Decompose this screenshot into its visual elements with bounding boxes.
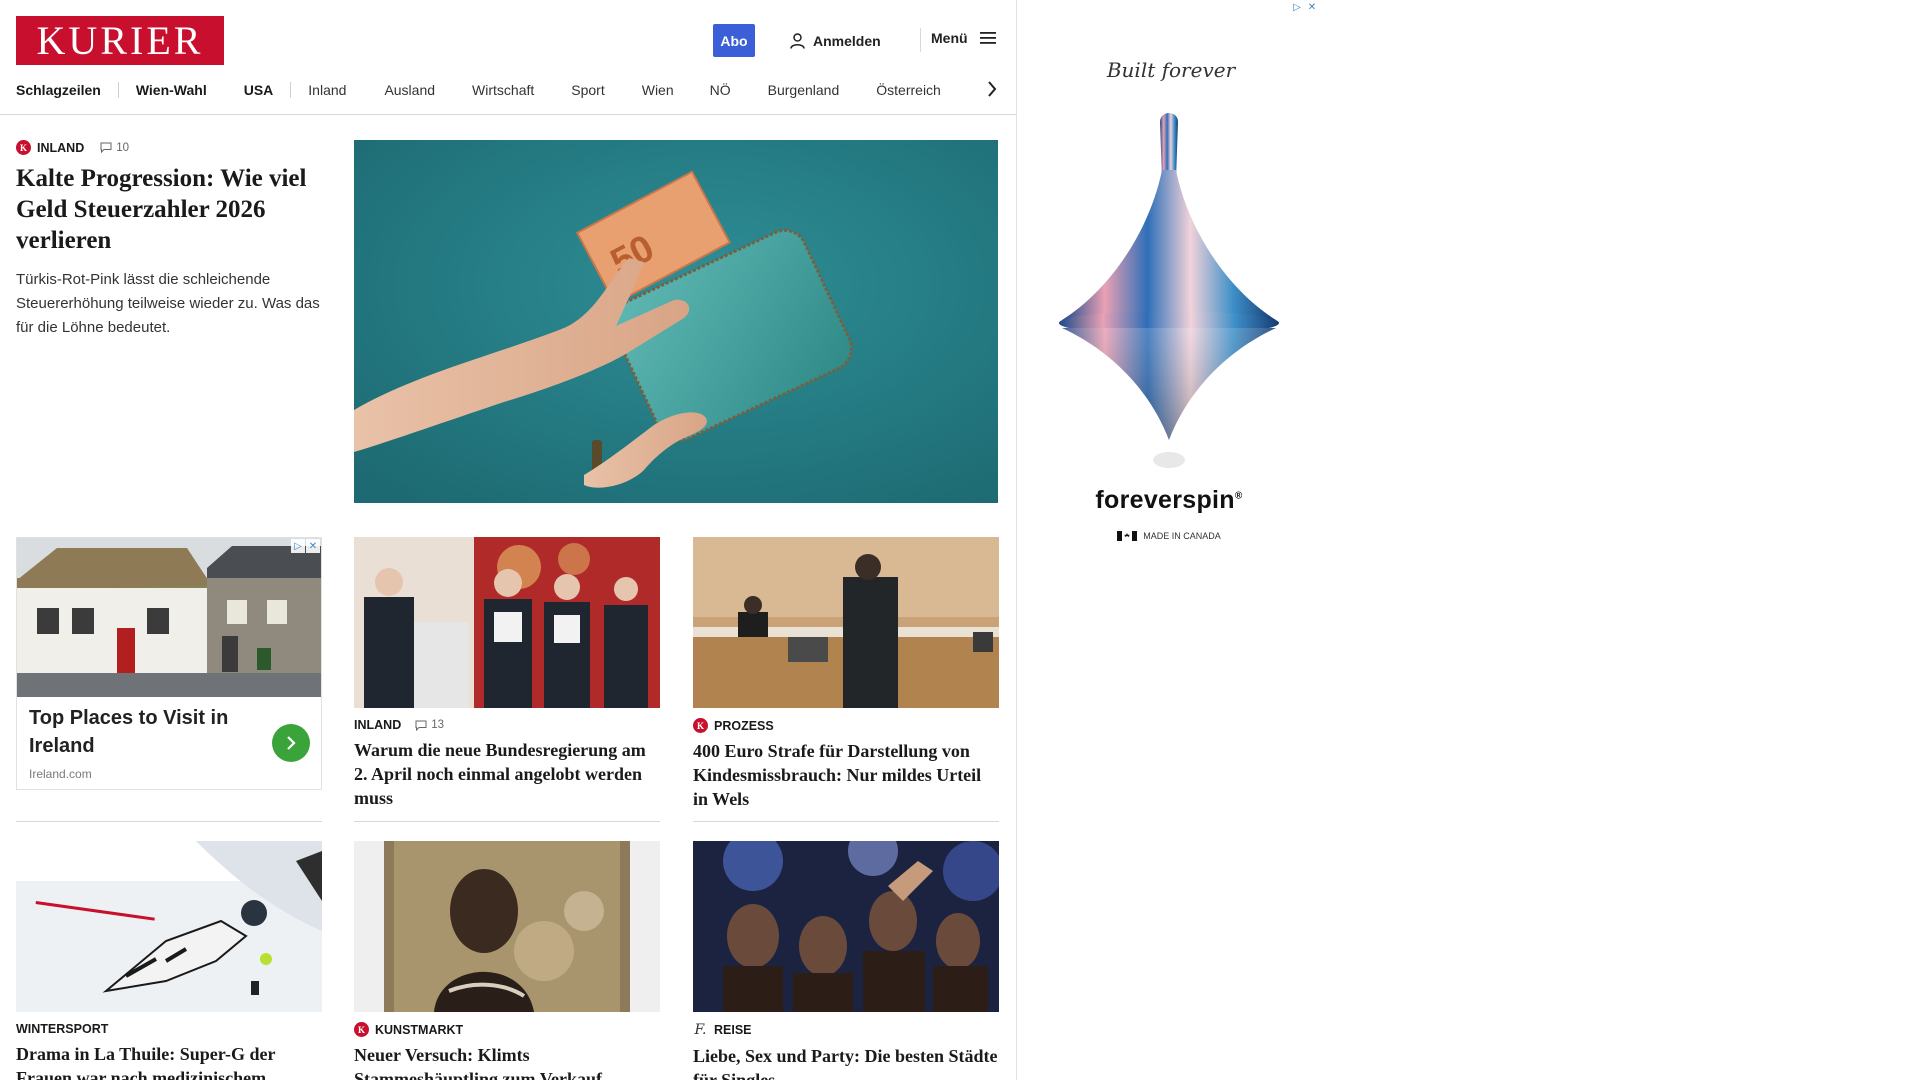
lead-teaser: Türkis-Rot-Pink lässt die schleichende S… — [16, 271, 320, 336]
cottage-photo — [17, 538, 321, 697]
party-photo — [693, 841, 999, 1012]
card-kicker: f. REISE — [693, 1022, 999, 1038]
card-kicker: WINTERSPORT — [16, 1022, 322, 1036]
article-image — [693, 841, 999, 1012]
nav-item-usa[interactable]: USA — [244, 82, 274, 98]
native-ad-ireland[interactable]: ▷ ✕ Top Places to Visit in Ireland Irela… — [16, 537, 322, 790]
native-ad-go-button[interactable] — [272, 724, 310, 762]
card-kicker: INLAND 13 — [354, 718, 660, 732]
article-image — [354, 841, 660, 1012]
spinning-top-image — [1059, 113, 1279, 468]
native-ad-title[interactable]: Top Places to Visit in Ireland — [29, 704, 239, 760]
article-image — [16, 841, 322, 1012]
ad-made-in-label: MADE IN CANADA — [1143, 531, 1221, 541]
nav-item-sport[interactable]: Sport — [571, 82, 604, 98]
section-nav: Schlagzeilen Wien-Wahl USA Inland Auslan… — [16, 80, 941, 100]
nav-item-noe[interactable]: NÖ — [710, 82, 731, 98]
user-icon — [790, 33, 805, 49]
foreverspin-ad[interactable]: ▷ ✕ Built forever foreverspin® MADE IN C… — [1018, 0, 1320, 610]
adchoices-icon: ▷ — [1290, 0, 1304, 14]
nav-item-oesterreich[interactable]: Österreich — [876, 82, 941, 98]
wallet-photo: 50 — [354, 140, 998, 503]
lead-article[interactable]: K INLAND 10 Kalte Progression: Wie viel … — [16, 140, 326, 340]
nav-item-inland[interactable]: Inland — [308, 82, 346, 98]
kurier-plus-icon: K — [16, 140, 31, 155]
freizeit-icon: f. — [694, 1022, 707, 1038]
nav-item-wirtschaft[interactable]: Wirtschaft — [472, 82, 534, 98]
row-divider — [354, 821, 660, 822]
lead-comments-value: 10 — [116, 141, 130, 154]
nav-separator — [117, 82, 119, 98]
row-divider — [16, 821, 322, 822]
lead-headline[interactable]: Kalte Progression: Wie viel Geld Steuerz… — [16, 163, 326, 256]
skier-photo — [16, 841, 322, 1012]
article-card-prozess[interactable]: K PROZESS 400 Euro Strafe für Darstellun… — [693, 537, 999, 811]
ad-brand: foreverspin® — [1018, 486, 1320, 515]
article-card-reise[interactable]: f. REISE Liebe, Sex und Party: Die beste… — [693, 841, 999, 1080]
adchoices-badge[interactable]: ▷ ✕ — [1290, 0, 1319, 14]
kurier-logo[interactable]: KURIER — [16, 16, 224, 65]
adchoices-icon: ▷ — [291, 539, 305, 553]
hamburger-icon — [979, 32, 996, 44]
kurier-plus-icon: K — [693, 718, 708, 733]
nav-item-wien-wahl[interactable]: Wien-Wahl — [136, 82, 207, 98]
card-category: KUNSTMARKT — [375, 1022, 464, 1037]
card-category: INLAND — [354, 718, 402, 732]
nav-item-ausland[interactable]: Ausland — [384, 82, 435, 98]
site-header: KURIER Abo Anmelden Menü Schlagzeilen Wi… — [0, 0, 1017, 115]
menu-button[interactable]: Menü — [931, 30, 996, 46]
adchoices-badge[interactable]: ▷ ✕ — [291, 539, 320, 553]
article-card-kunstmarkt[interactable]: K KUNSTMARKT Neuer Versuch: Klimts Stamm… — [354, 841, 660, 1080]
nav-scroll-right-button[interactable] — [982, 78, 1002, 100]
lead-category: INLAND — [37, 140, 85, 155]
article-card-wintersport[interactable]: WINTERSPORT Drama in La Thuile: Super-G … — [16, 841, 322, 1080]
chevron-right-icon — [287, 736, 296, 750]
card-category: PROZESS — [714, 718, 774, 733]
article-image — [354, 537, 660, 708]
card-category: REISE — [714, 1023, 752, 1037]
header-divider — [920, 28, 921, 52]
government-photo — [354, 537, 660, 708]
ad-brand-name: foreverspin — [1095, 486, 1235, 514]
card-comment-count[interactable]: 13 — [415, 719, 444, 731]
klimt-painting-photo — [354, 841, 660, 1012]
courtroom-photo — [693, 537, 999, 708]
article-image — [693, 537, 999, 708]
nav-item-burgenland[interactable]: Burgenland — [768, 82, 840, 98]
card-kicker: K KUNSTMARKT — [354, 1022, 660, 1037]
card-headline[interactable]: Warum die neue Bundesregierung am 2. Apr… — [354, 738, 660, 810]
menu-label: Menü — [931, 30, 968, 46]
lead-comment-count[interactable]: 10 — [100, 142, 129, 154]
row-divider — [693, 821, 999, 822]
card-kicker: K PROZESS — [693, 718, 999, 733]
card-headline[interactable]: Neuer Versuch: Klimts Stammeshäuptling z… — [354, 1043, 660, 1080]
card-headline[interactable]: 400 Euro Strafe für Darstellung von Kind… — [693, 739, 999, 811]
article-card-bundesregierung[interactable]: INLAND 13 Warum die neue Bundesregierung… — [354, 537, 660, 810]
close-ad-icon: ✕ — [1305, 0, 1319, 14]
card-headline[interactable]: Drama in La Thuile: Super-G der Frauen w… — [16, 1042, 322, 1080]
native-ad-source: Ireland.com — [29, 767, 92, 781]
kurier-plus-icon: K — [354, 1022, 369, 1037]
ad-tagline: Built forever — [1106, 58, 1236, 82]
nav-item-schlagzeilen[interactable]: Schlagzeilen — [16, 82, 101, 98]
lead-kicker: K INLAND 10 — [16, 140, 326, 155]
main-page: KURIER Abo Anmelden Menü Schlagzeilen Wi… — [0, 0, 1017, 1080]
native-ad-image: ▷ ✕ — [17, 538, 321, 697]
nav-item-wien[interactable]: Wien — [642, 82, 674, 98]
chevron-right-icon — [988, 81, 997, 97]
comment-icon — [100, 142, 112, 153]
ad-made-in: MADE IN CANADA — [1018, 531, 1320, 541]
login-button[interactable]: Anmelden — [790, 30, 881, 52]
abo-button[interactable]: Abo — [713, 24, 755, 57]
nav-separator — [290, 82, 292, 98]
comment-icon — [415, 720, 427, 731]
ad-brand-mark: ® — [1234, 490, 1243, 502]
card-headline[interactable]: Liebe, Sex und Party: Die besten Städte … — [693, 1044, 999, 1080]
canada-flag-icon — [1117, 531, 1138, 541]
lead-image[interactable]: 50 — [354, 140, 998, 503]
login-label: Anmelden — [813, 33, 881, 49]
card-comments-value: 13 — [431, 719, 445, 731]
card-category: WINTERSPORT — [16, 1022, 109, 1036]
close-ad-icon: ✕ — [306, 539, 320, 553]
